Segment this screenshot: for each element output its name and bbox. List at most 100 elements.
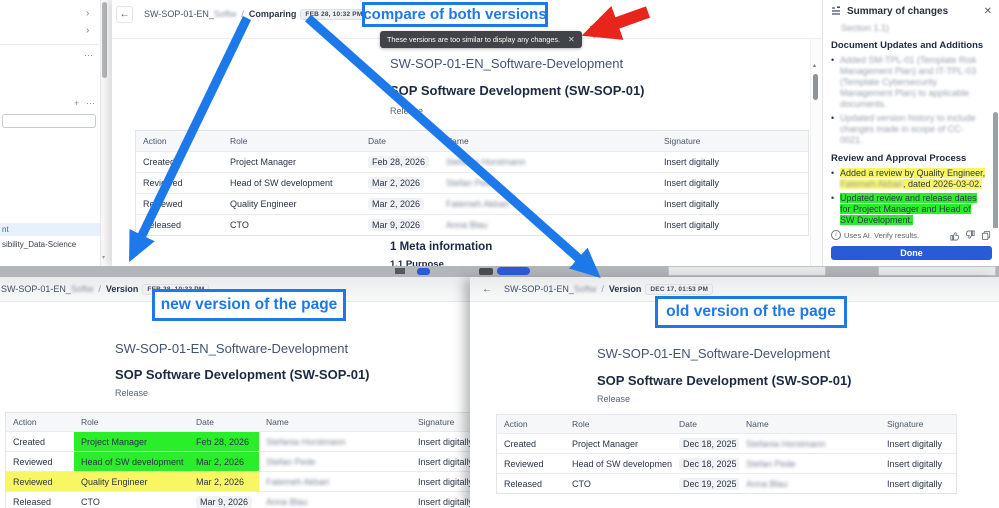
table-cell: Mar 9, 2026: [189, 492, 259, 508]
sidebar-search-input[interactable]: [2, 114, 96, 128]
column-header: Role: [81, 417, 99, 427]
table-cell: Feb 28, 2026: [189, 432, 259, 451]
bullet-icon: •: [831, 193, 835, 203]
column-header: Action: [143, 136, 167, 146]
summary-bullet: • Added SM-TPL-01 (Template Risk Manageme…: [831, 55, 977, 109]
table-cell: Insert digitally: [887, 478, 943, 489]
table-cell: Created: [504, 438, 537, 449]
table-cell: Mar 2, 2026: [361, 194, 439, 214]
table-cell: Dec 18, 2025: [672, 454, 739, 473]
toast: These versions are too similar to displa…: [380, 31, 582, 48]
table-cell: Project Manager: [230, 157, 297, 167]
table-cell: Reviewed: [6, 472, 74, 491]
table-row: Released CTO Mar 9, 2026 Anna Blau Insert di…: [136, 215, 808, 235]
scroll-up-icon[interactable]: ▴: [813, 62, 816, 69]
table-header-row: Action Role Date Name Signature: [6, 413, 526, 432]
table-cell: Head of SW development: [74, 452, 189, 471]
section-heading: 1 Meta information: [390, 241, 493, 253]
ui-fragment: [878, 266, 996, 276]
table-header-row: Action Role Date Name Signature: [497, 415, 956, 434]
column-header: Action: [13, 417, 37, 427]
table-cell: Anna Blau: [746, 478, 788, 489]
release-table: Action Role Date Name Signature Created Projec…: [5, 412, 527, 508]
version-label: Version: [608, 284, 642, 294]
table-cell: Reviewed: [504, 458, 544, 469]
table-row: Reviewed Quality Engineer Mar 2, 2026 Fatem…: [136, 194, 808, 215]
column-header: Name: [746, 419, 769, 429]
table-row: Created Project Manager Dec 18, 2025 Stefan…: [497, 434, 956, 454]
table-cell: Mar 9, 2026: [361, 215, 439, 235]
background-sidebar-fragment: › › ⋯ + ⋯ nt sibility_Data-Science ▾: [0, 0, 112, 266]
table-cell: Stefania Horstmann: [266, 436, 346, 447]
table-cell: Mar 2, 2026: [361, 173, 439, 193]
breadcrumb-document[interactable]: SW-SOP-01-EN_Softw: [1, 284, 93, 294]
column-header: Signature: [887, 419, 924, 429]
back-button[interactable]: ←: [116, 5, 133, 23]
sidebar-item-active[interactable]: nt: [0, 223, 101, 236]
thumbs-down-icon[interactable]: [965, 230, 976, 241]
callout-old-version: old version of the page: [655, 296, 847, 328]
chevron-right-icon[interactable]: ›: [86, 8, 89, 19]
column-header: Name: [266, 417, 289, 427]
table-row: Created Project Manager Feb 28, 2026 Stefan…: [6, 432, 526, 452]
release-label: Release: [390, 106, 424, 116]
done-button[interactable]: Done: [831, 246, 992, 260]
breadcrumb-separator: /: [241, 9, 244, 19]
sidebar-item[interactable]: sibility_Data-Science: [2, 240, 99, 249]
breadcrumb-document[interactable]: SW-SOP-01-EN_Softw: [144, 9, 236, 19]
callout-new-version: new version of the page: [152, 289, 346, 321]
screen: › › ⋯ + ⋯ nt sibility_Data-Science ▾ ← S…: [0, 0, 999, 508]
table-cell: Released: [13, 496, 52, 507]
table-cell: Anna Blau: [446, 220, 488, 230]
table-cell: Reviewed: [143, 199, 183, 209]
toast-message: These versions are too similar to displa…: [387, 35, 560, 44]
ai-disclaimer-row: i Uses AI. Verify results.: [823, 228, 999, 242]
table-row: Created Project Manager Feb 28, 2026 Stefan…: [136, 152, 808, 173]
version-pill[interactable]: DEC 17, 01:53 PM: [645, 283, 714, 295]
column-header: Role: [572, 419, 590, 429]
close-icon[interactable]: ✕: [984, 6, 992, 17]
table-cell: Insert digitally: [887, 458, 943, 469]
scrollbar-thumb[interactable]: [102, 2, 107, 78]
more-icon[interactable]: ⋯: [84, 50, 94, 61]
table-cell: Mar 2, 2026: [189, 472, 259, 491]
table-cell: Stefan Pede: [746, 458, 796, 469]
table-row: Reviewed Head of SW development Mar 2, 202…: [6, 452, 526, 472]
table-cell: Quality Engineer: [74, 472, 189, 491]
toast-close-icon[interactable]: ✕: [568, 35, 575, 44]
callout-compare-versions: compare of both versions: [362, 2, 548, 27]
table-row: Reviewed Head of SW development Dec 18, 20…: [497, 454, 956, 474]
table-cell: Created: [13, 436, 46, 447]
scrollbar-thumb[interactable]: [993, 112, 998, 228]
breadcrumb-document[interactable]: SW-SOP-01-EN_Softw: [504, 284, 596, 294]
column-header: Date: [368, 136, 386, 146]
scrollbar-thumb[interactable]: [813, 74, 818, 100]
copy-icon[interactable]: [981, 230, 992, 241]
breadcrumb-separator: /: [601, 284, 604, 294]
version-pill-from[interactable]: FEB 28, 10:32 PM: [300, 8, 368, 20]
more-icon[interactable]: ⋯: [86, 98, 96, 109]
divider: [0, 44, 99, 45]
table-cell: Head of SW development: [572, 458, 672, 469]
thumbs-up-icon[interactable]: [949, 230, 960, 241]
scroll-down-icon[interactable]: ▾: [102, 254, 105, 261]
ui-fragment: [395, 268, 405, 274]
window-gap-strip: [0, 266, 999, 277]
bullet-icon: •: [831, 168, 835, 178]
page-title: SW-SOP-01-EN_Software-Development: [597, 346, 831, 361]
table-cell: Fatemeh Akbari: [266, 476, 330, 487]
document-heading: SOP Software Development (SW-SOP-01): [390, 83, 645, 98]
plus-icon[interactable]: +: [74, 98, 80, 108]
page-title: SW-SOP-01-EN_Software-Development: [115, 341, 349, 356]
release-label: Release: [597, 394, 631, 404]
document-heading: SOP Software Development (SW-SOP-01): [597, 373, 852, 388]
back-button[interactable]: ←: [482, 284, 492, 295]
chevron-right-icon[interactable]: ›: [86, 25, 89, 36]
table-cell: Stefan Pede: [446, 178, 496, 188]
column-header: Action: [504, 419, 528, 429]
table-cell: CTO: [230, 220, 249, 230]
comparing-label: Comparing: [248, 9, 297, 19]
table-cell: Released: [143, 220, 182, 230]
panel-header: Summary of changes ✕: [823, 0, 999, 22]
table-cell: Fatemeh Akbari: [446, 199, 510, 209]
